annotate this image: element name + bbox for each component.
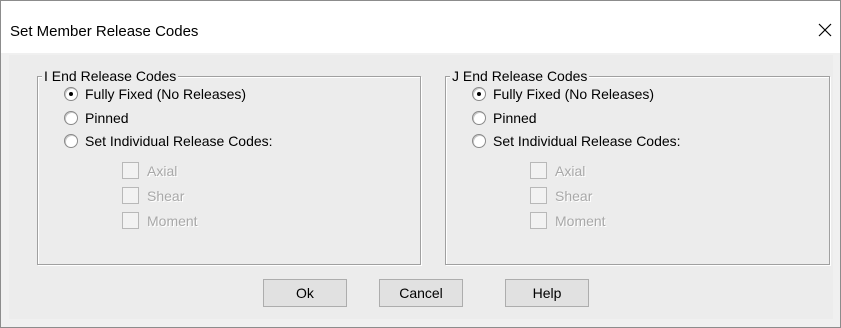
- checkbox-box: [530, 187, 547, 204]
- j-end-shear-checkbox[interactable]: Shear: [530, 187, 592, 204]
- checkbox-box: [530, 212, 547, 229]
- ok-button[interactable]: Ok: [263, 279, 347, 307]
- dialog-body: I End Release Codes Fully Fixed (No Rele…: [9, 55, 833, 319]
- radio-indicator: [472, 111, 486, 125]
- close-button[interactable]: [810, 15, 840, 45]
- checkbox-label: Axial: [555, 162, 586, 179]
- j-end-group: J End Release Codes Fully Fixed (No Rele…: [445, 68, 830, 265]
- i-end-set-individual-radio[interactable]: Set Individual Release Codes:: [64, 133, 273, 149]
- j-end-legend: J End Release Codes: [450, 68, 590, 84]
- j-end-pinned-radio[interactable]: Pinned: [472, 110, 537, 126]
- radio-label: Fully Fixed (No Releases): [493, 86, 655, 102]
- j-end-axial-checkbox[interactable]: Axial: [530, 162, 585, 179]
- j-end-set-individual-radio[interactable]: Set Individual Release Codes:: [472, 133, 681, 149]
- i-end-fully-fixed-radio[interactable]: Fully Fixed (No Releases): [64, 86, 246, 102]
- i-end-moment-checkbox[interactable]: Moment: [122, 212, 198, 229]
- radio-label: Set Individual Release Codes:: [493, 133, 681, 149]
- checkbox-label: Shear: [147, 187, 185, 204]
- cancel-button[interactable]: Cancel: [379, 279, 463, 307]
- radio-label: Pinned: [85, 110, 129, 126]
- i-end-group: I End Release Codes Fully Fixed (No Rele…: [37, 68, 421, 265]
- checkbox-label: Axial: [147, 162, 178, 179]
- checkbox-box: [530, 162, 547, 179]
- j-end-fully-fixed-radio[interactable]: Fully Fixed (No Releases): [472, 86, 654, 102]
- checkbox-box: [122, 187, 139, 204]
- checkbox-box: [122, 162, 139, 179]
- checkbox-label: Moment: [555, 212, 606, 229]
- i-end-pinned-radio[interactable]: Pinned: [64, 110, 129, 126]
- radio-indicator: [472, 87, 486, 101]
- set-member-release-codes-dialog: Set Member Release Codes I End Release C…: [0, 0, 841, 328]
- radio-label: Pinned: [493, 110, 537, 126]
- radio-indicator: [472, 134, 486, 148]
- radio-indicator: [64, 111, 78, 125]
- radio-label: Fully Fixed (No Releases): [85, 86, 247, 102]
- i-end-axial-checkbox[interactable]: Axial: [122, 162, 177, 179]
- dialog-title: Set Member Release Codes: [10, 23, 199, 40]
- checkbox-label: Shear: [555, 187, 593, 204]
- title-bar: Set Member Release Codes: [1, 1, 840, 53]
- close-x-icon: [818, 23, 832, 37]
- i-end-legend: I End Release Codes: [42, 68, 179, 84]
- help-button[interactable]: Help: [505, 279, 589, 307]
- checkbox-box: [122, 212, 139, 229]
- radio-label: Set Individual Release Codes:: [85, 133, 273, 149]
- i-end-shear-checkbox[interactable]: Shear: [122, 187, 184, 204]
- radio-indicator: [64, 134, 78, 148]
- checkbox-label: Moment: [147, 212, 198, 229]
- j-end-moment-checkbox[interactable]: Moment: [530, 212, 606, 229]
- radio-indicator: [64, 87, 78, 101]
